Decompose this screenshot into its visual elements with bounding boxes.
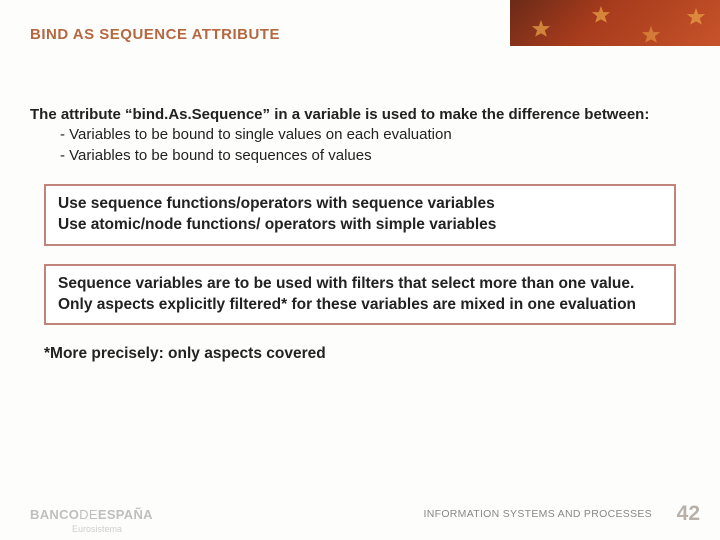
intro-bullet-2: - Variables to be bound to sequences of …	[60, 146, 690, 166]
intro-bullet-1: - Variables to be bound to single values…	[60, 125, 690, 145]
slide-footer: BANCODEESPAÑA Eurosistema INFORMATION SY…	[0, 485, 720, 540]
page-number: 42	[677, 502, 700, 526]
intro-lead: The attribute “bind.As.Sequence” in a va…	[30, 105, 690, 125]
footnote: *More precisely: only aspects covered	[44, 345, 720, 363]
star-icon	[640, 24, 662, 46]
star-icon	[685, 6, 707, 28]
slide-header: BIND AS SEQUENCE ATTRIBUTE	[0, 0, 720, 50]
callout-box-2: Sequence variables are to be used with f…	[44, 264, 676, 326]
star-icon	[530, 18, 552, 40]
slide-title: BIND AS SEQUENCE ATTRIBUTE	[30, 26, 280, 43]
callout1-line2: Use atomic/node functions/ operators wit…	[58, 215, 662, 236]
intro-paragraph: The attribute “bind.As.Sequence” in a va…	[30, 105, 690, 166]
logo-subtitle: Eurosistema	[72, 524, 122, 534]
decorative-banner	[510, 0, 720, 46]
logo-part2: DE	[79, 507, 98, 522]
callout1-line1: Use sequence functions/operators with se…	[58, 194, 662, 215]
logo-part3: ESPAÑA	[98, 507, 153, 522]
star-icon	[590, 4, 612, 26]
logo-part1: BANCO	[30, 507, 79, 522]
callout2-text: Sequence variables are to be used with f…	[58, 275, 636, 313]
bank-logo: BANCODEESPAÑA	[30, 507, 153, 522]
department-label: INFORMATION SYSTEMS AND PROCESSES	[424, 508, 653, 520]
callout-box-1: Use sequence functions/operators with se…	[44, 184, 676, 246]
